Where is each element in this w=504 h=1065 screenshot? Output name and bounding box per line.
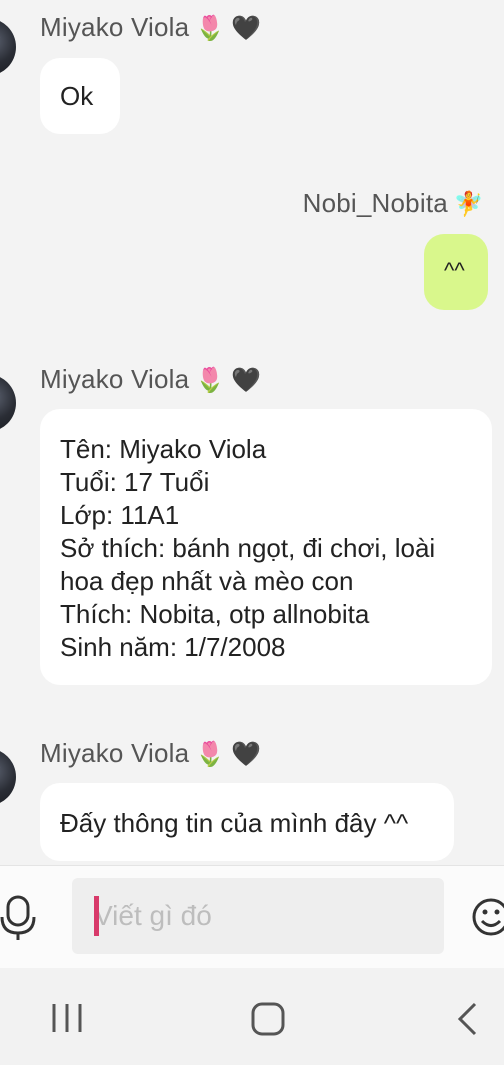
message-line: Tuổi: 17 Tuổi: [60, 467, 210, 497]
message-text: ^^: [444, 258, 465, 283]
message-input[interactable]: Viết gì đó: [72, 878, 444, 954]
message-line: Sở thích: bánh ngọt, đi chơi, loài: [60, 533, 436, 563]
smiley-icon[interactable]: [471, 895, 504, 939]
message-bubble[interactable]: Ok: [40, 58, 120, 134]
sender-name: Miyako Viola 🌷 🖤: [40, 738, 262, 769]
black-heart-emoji: 🖤: [231, 740, 262, 768]
chat-thread[interactable]: Miyako Viola 🌷 🖤 Ok Nobi_Nobita 🧚 ^^ Miyako…: [0, 0, 504, 865]
sender-name: Nobi_Nobita 🧚: [303, 188, 484, 219]
system-navigation-bar: [0, 968, 504, 1065]
avatar[interactable]: [0, 748, 16, 806]
fairy-emoji: 🧚: [453, 190, 484, 218]
sender-name-text: Nobi_Nobita: [302, 188, 448, 218]
message-text: Ok: [60, 81, 94, 111]
recent-apps-icon[interactable]: [50, 1002, 84, 1034]
microphone-icon[interactable]: [0, 895, 40, 941]
message-line: Sinh năm: 1/7/2008: [60, 632, 286, 662]
sender-name-text: Miyako Viola: [40, 364, 190, 394]
black-heart-emoji: 🖤: [231, 14, 262, 42]
tulip-emoji: 🌷: [195, 366, 226, 394]
avatar[interactable]: [0, 374, 16, 432]
message-line: hoa đẹp nhất và mèo con: [60, 566, 354, 596]
message-text: Đấy thông tin của mình đây ^^: [60, 808, 409, 838]
sender-name: Miyako Viola 🌷 🖤: [40, 12, 262, 43]
black-heart-emoji: 🖤: [231, 366, 262, 394]
message-input-placeholder: Viết gì đó: [94, 900, 212, 931]
text-caret: [94, 896, 99, 936]
back-icon[interactable]: [455, 1001, 481, 1037]
sender-name-text: Miyako Viola: [40, 12, 190, 42]
message-line: Lớp: 11A1: [60, 500, 180, 530]
message-bubble-outgoing[interactable]: ^^: [424, 234, 488, 310]
message-line: Tên: Miyako Viola: [60, 434, 267, 464]
sender-name-text: Miyako Viola: [40, 738, 190, 768]
tulip-emoji: 🌷: [195, 14, 226, 42]
message-bubble[interactable]: Tên: Miyako Viola Tuổi: 17 Tuổi Lớp: 11A…: [40, 409, 492, 685]
tulip-emoji: 🌷: [195, 740, 226, 768]
home-icon[interactable]: [250, 1001, 286, 1037]
sender-name: Miyako Viola 🌷 🖤: [40, 364, 262, 395]
avatar[interactable]: [0, 18, 16, 76]
message-line: Thích: Nobita, otp allnobita: [60, 599, 370, 629]
message-bubble[interactable]: Đấy thông tin của mình đây ^^: [40, 783, 454, 861]
